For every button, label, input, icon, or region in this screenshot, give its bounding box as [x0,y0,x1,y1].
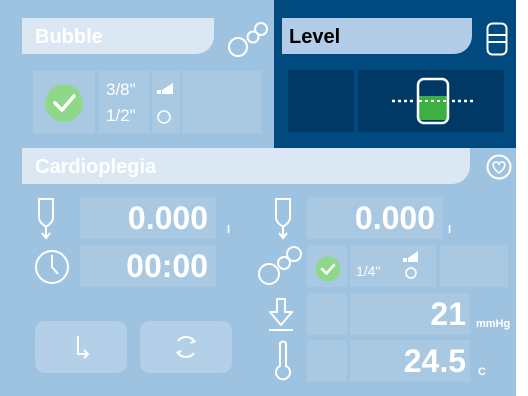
check-icon [315,256,341,282]
circle-icon [156,109,172,125]
bubbles-icon [256,244,304,288]
timer-value: 00:00 [126,248,208,284]
perfusion-screen: Bubble 3/8" 1/2" Level Cardioplegia 0.00… [0,0,516,396]
cardioplegia-title: Cardioplegia [35,156,157,178]
bubble-size-bottom: 1/2" [106,106,136,125]
level-title: Level [289,26,341,48]
level-gauge-icon [390,76,476,126]
thermometer-icon [274,340,292,382]
bubble-empty-cell [182,71,262,133]
delivery-arrow-icon [72,334,92,360]
volume-left-unit: l [227,224,231,236]
bubble-detector-size: 1/4" [356,263,381,279]
bubble-size-top: 3/8" [106,80,136,99]
volume-right-unit: l [448,224,452,236]
circle-icon [404,266,418,280]
bubble-detector-empty-cell [440,245,508,287]
signal-icon [155,81,175,95]
temperature-value: 24.5 [403,343,466,379]
volume-left-icon [34,197,58,241]
clock-icon [34,249,70,285]
heart-icon [486,154,512,180]
volume-right-icon [271,197,295,241]
recirculate-icon [172,333,200,361]
pressure-icon [266,297,296,333]
pressure-value: 21 [430,296,466,332]
level-panel[interactable]: Level [274,0,516,148]
temperature-unit: C [478,366,486,378]
level-sensor-icon [486,22,508,56]
pressure-left-cell [307,293,347,335]
signal-icon [402,249,420,263]
pressure-unit: mmHg [476,318,511,330]
level-left-cell [288,70,354,132]
bubble-title: Bubble [35,26,103,48]
temperature-left-cell [307,340,347,382]
bubble-panel[interactable]: Bubble 3/8" 1/2" [0,0,274,148]
bubbles-icon [226,20,270,60]
volume-left-value: 0.000 [127,200,208,236]
check-icon [44,83,84,123]
volume-right-value: 0.000 [354,200,435,236]
